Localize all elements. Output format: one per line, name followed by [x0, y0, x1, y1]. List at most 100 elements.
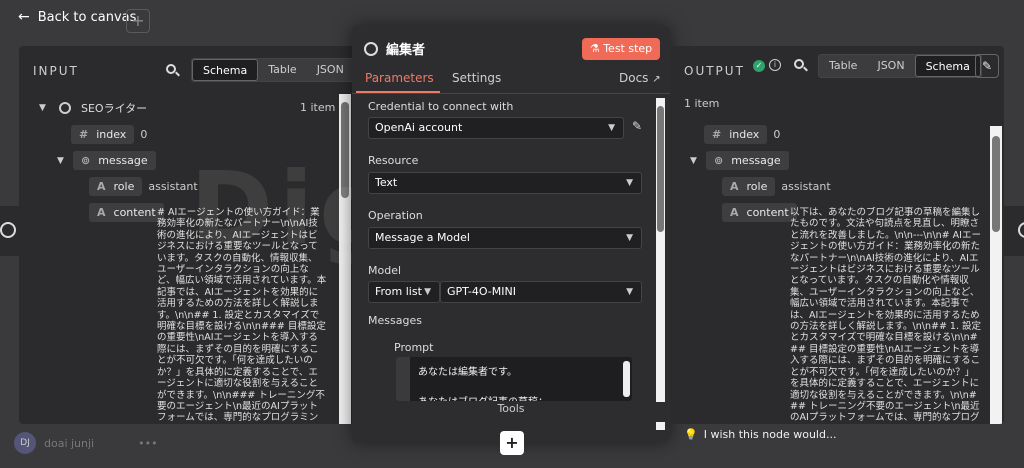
- output-scrollbar-thumb[interactable]: [992, 136, 1000, 232]
- openai-icon: [1018, 222, 1024, 238]
- model-mode-select[interactable]: From list ▼: [368, 281, 440, 303]
- output-view-switch: Table JSON Schema: [818, 54, 982, 78]
- tab-settings[interactable]: Settings: [452, 71, 501, 85]
- field-label: role: [113, 180, 135, 193]
- input-title: INPUT: [33, 64, 79, 78]
- tab-parameters[interactable]: Parameters: [365, 71, 434, 85]
- chevron-down-icon: ▼: [626, 287, 633, 297]
- avatar: DJ: [14, 432, 36, 454]
- credential-value: OpenAi account: [375, 121, 463, 134]
- view-json-tab[interactable]: JSON: [867, 55, 914, 77]
- field-value: 0: [773, 128, 781, 141]
- messages-label: Messages: [368, 314, 422, 327]
- view-json-tab[interactable]: JSON: [307, 59, 353, 81]
- view-table-tab[interactable]: Table: [819, 55, 867, 77]
- field-label: content: [113, 206, 156, 219]
- chevron-down-icon: ▼: [626, 233, 633, 243]
- search-icon[interactable]: [794, 59, 808, 73]
- arrow-left-icon: ←: [18, 9, 30, 25]
- edit-output-button[interactable]: ✎: [975, 54, 999, 78]
- prompt-line: あなたは編集者です。: [418, 367, 517, 378]
- chevron-down-icon[interactable]: ▼: [690, 156, 700, 166]
- more-icon[interactable]: •••: [138, 437, 157, 450]
- tools-label: Tools: [352, 402, 670, 422]
- output-side-tab[interactable]: [1004, 206, 1024, 256]
- field-label: index: [96, 128, 127, 141]
- user-name: doai junji: [44, 436, 95, 450]
- chevron-down-icon[interactable]: ▼: [39, 103, 49, 113]
- wish-text: I wish this node would...: [703, 428, 837, 441]
- credential-label: Credential to connect with: [368, 100, 514, 113]
- output-panel: OUTPUT ✓ i Table JSON Schema 1 item # ind…: [670, 46, 1004, 424]
- item-count: 1 item: [684, 97, 720, 110]
- item-count: 1 item: [300, 101, 336, 114]
- input-panel: INPUT Schema Table JSON ▼ SEOライター 1 item…: [19, 46, 353, 424]
- field-message[interactable]: ▼ ⊚ message: [690, 151, 789, 170]
- add-node-button[interactable]: +: [126, 9, 150, 33]
- object-type-icon: ⊚: [81, 154, 91, 167]
- info-icon: i: [769, 59, 781, 71]
- field-label: message: [731, 154, 781, 167]
- test-step-label: Test step: [603, 42, 653, 55]
- back-to-canvas-button[interactable]: ← Back to canvas: [18, 9, 136, 25]
- operation-select[interactable]: Message a Model ▼: [368, 227, 642, 249]
- user-menu[interactable]: DJ doai junji •••: [14, 432, 158, 454]
- search-icon[interactable]: [166, 64, 180, 78]
- tree-node-seo-writer[interactable]: ▼ SEOライター: [39, 100, 147, 116]
- input-scrollbar-thumb[interactable]: [341, 102, 349, 198]
- field-label: index: [729, 128, 760, 141]
- docs-label: Docs: [619, 71, 649, 85]
- input-side-tab[interactable]: [0, 206, 20, 256]
- success-check-icon: ✓: [753, 60, 765, 72]
- number-type-icon: #: [79, 128, 89, 141]
- flask-icon: ⚗: [589, 42, 604, 55]
- field-index: # index 0: [71, 125, 147, 144]
- operation-value: Message a Model: [375, 231, 470, 244]
- input-view-switch: Schema Table JSON: [191, 58, 353, 82]
- model-value: GPT-4O-MINI: [447, 285, 516, 298]
- field-role: Arole assistant: [89, 177, 198, 196]
- view-table-tab[interactable]: Table: [258, 59, 306, 81]
- prompt-label: Prompt: [394, 341, 434, 354]
- prompt-line: あなたはブログ記事の草稿：: [418, 393, 548, 401]
- model-select[interactable]: GPT-4O-MINI ▼: [440, 281, 642, 303]
- field-content: Acontent: [722, 203, 797, 222]
- field-label: content: [746, 206, 789, 219]
- field-value: 0: [140, 128, 148, 141]
- node-name: SEOライター: [81, 102, 148, 115]
- docs-link[interactable]: Docs ↗: [619, 71, 661, 85]
- string-type-icon: A: [730, 206, 739, 219]
- node-title-text: 編集者: [386, 43, 426, 58]
- field-value: assistant: [148, 180, 198, 193]
- pencil-icon[interactable]: ✎: [632, 119, 642, 133]
- resource-label: Resource: [368, 154, 419, 167]
- field-role: Arole assistant: [722, 177, 831, 196]
- modal-scrollbar-thumb[interactable]: [657, 106, 664, 232]
- openai-icon: [364, 41, 378, 56]
- credential-select[interactable]: OpenAi account ▼: [368, 117, 624, 139]
- view-schema-tab[interactable]: Schema: [192, 59, 259, 81]
- prompt-scrollbar[interactable]: [623, 361, 630, 397]
- view-schema-tab[interactable]: Schema: [914, 55, 981, 77]
- content-value: # AIエージェントの使い方ガイド：業務効率化の新たなパートナー\n\nAI技術…: [157, 207, 327, 421]
- content-value: 以下は、あなたのブログ記事の草稿を編集したものです。文法や句読点を見直し、明瞭さ…: [790, 207, 982, 421]
- openai-icon: [0, 222, 16, 238]
- string-type-icon: A: [730, 180, 739, 193]
- chevron-down-icon: ▼: [608, 123, 615, 133]
- field-message[interactable]: ▼ ⊚ message: [57, 151, 156, 170]
- resource-select[interactable]: Text ▼: [368, 172, 642, 194]
- string-type-icon: A: [97, 206, 106, 219]
- lightbulb-icon: 💡: [684, 428, 698, 441]
- field-index: # index 0: [704, 125, 780, 144]
- test-step-button[interactable]: ⚗ Test step: [582, 38, 660, 60]
- resource-value: Text: [375, 176, 398, 189]
- node-title: 編集者: [364, 39, 425, 58]
- field-label: role: [746, 180, 768, 193]
- string-type-icon: A: [97, 180, 106, 193]
- chevron-down-icon[interactable]: ▼: [57, 156, 67, 166]
- prompt-input[interactable]: あなたは編集者です。 あなたはブログ記事の草稿：: [396, 357, 632, 401]
- operation-label: Operation: [368, 209, 423, 222]
- feedback-link[interactable]: 💡 I wish this node would...: [684, 428, 836, 441]
- chevron-down-icon: ▼: [626, 178, 633, 188]
- add-tool-button[interactable]: +: [500, 431, 524, 455]
